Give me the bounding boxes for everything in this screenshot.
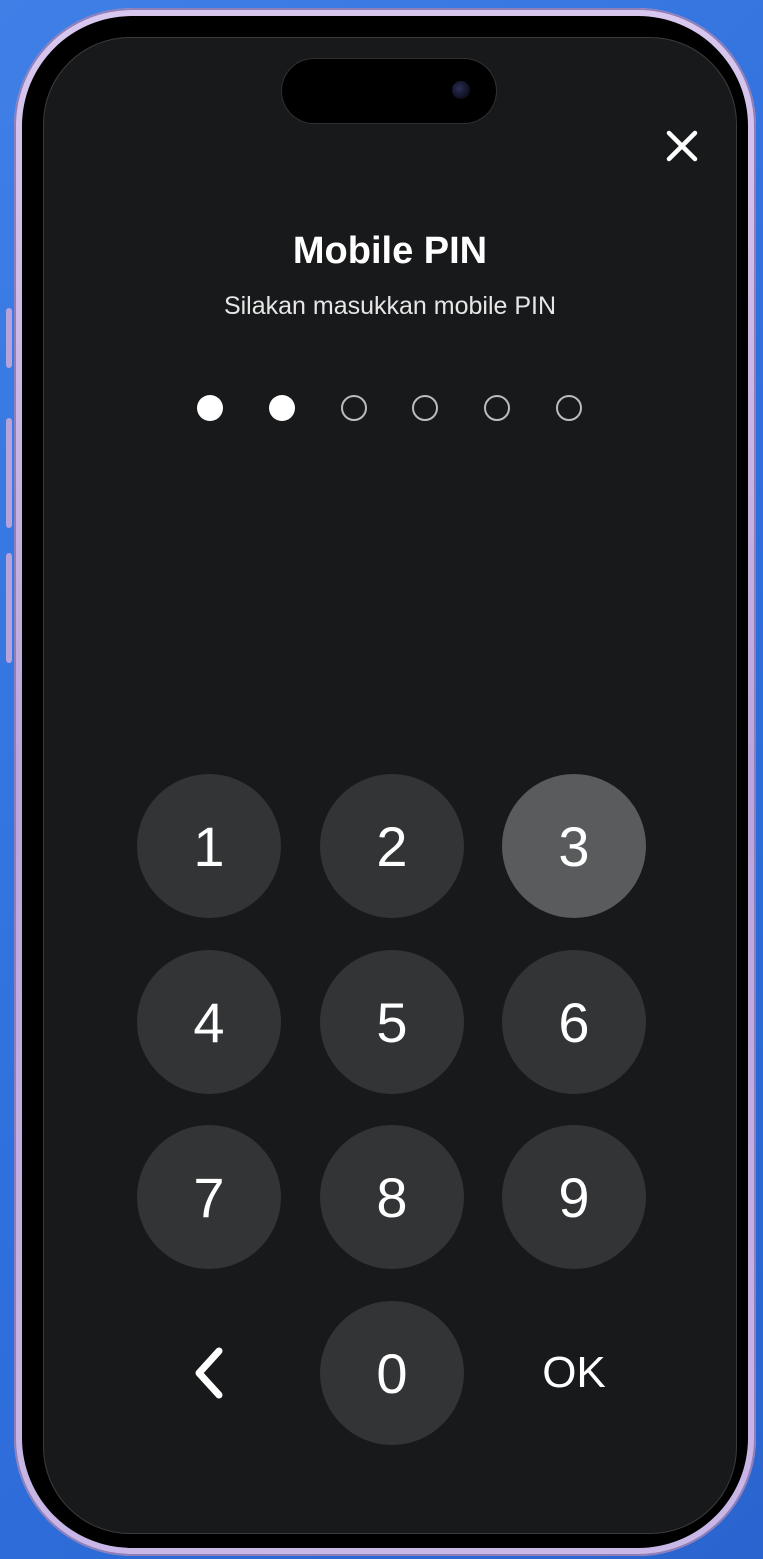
ok-button[interactable]: OK [502,1301,646,1445]
key-8[interactable]: 8 [320,1125,464,1269]
key-0[interactable]: 0 [320,1301,464,1445]
page-subtitle: Silakan masukkan mobile PIN [223,292,557,320]
camera-icon [452,81,470,99]
close-button[interactable] [658,122,706,170]
pin-dot [269,395,295,421]
key-3[interactable]: 3 [502,774,646,918]
pin-indicator [197,393,597,423]
close-icon [666,130,698,162]
key-4[interactable]: 4 [137,950,281,1094]
pin-dot [484,395,510,421]
key-7[interactable]: 7 [137,1125,281,1269]
pin-dot [412,395,438,421]
key-9[interactable]: 9 [502,1125,646,1269]
key-1[interactable]: 1 [137,774,281,918]
dynamic-island [282,59,496,123]
key-2[interactable]: 2 [320,774,464,918]
back-button[interactable] [137,1301,281,1445]
phone-side-button [6,553,12,663]
pin-dot [341,395,367,421]
key-5[interactable]: 5 [320,950,464,1094]
key-6[interactable]: 6 [502,950,646,1094]
phone-side-button [6,418,12,528]
pin-dot [556,395,582,421]
chevron-left-icon [195,1347,223,1399]
pin-dot [197,395,223,421]
page-title: Mobile PIN [292,230,488,272]
pin-screen: Mobile PIN Silakan masukkan mobile PIN 1… [44,38,736,1533]
phone-side-button [6,308,12,368]
